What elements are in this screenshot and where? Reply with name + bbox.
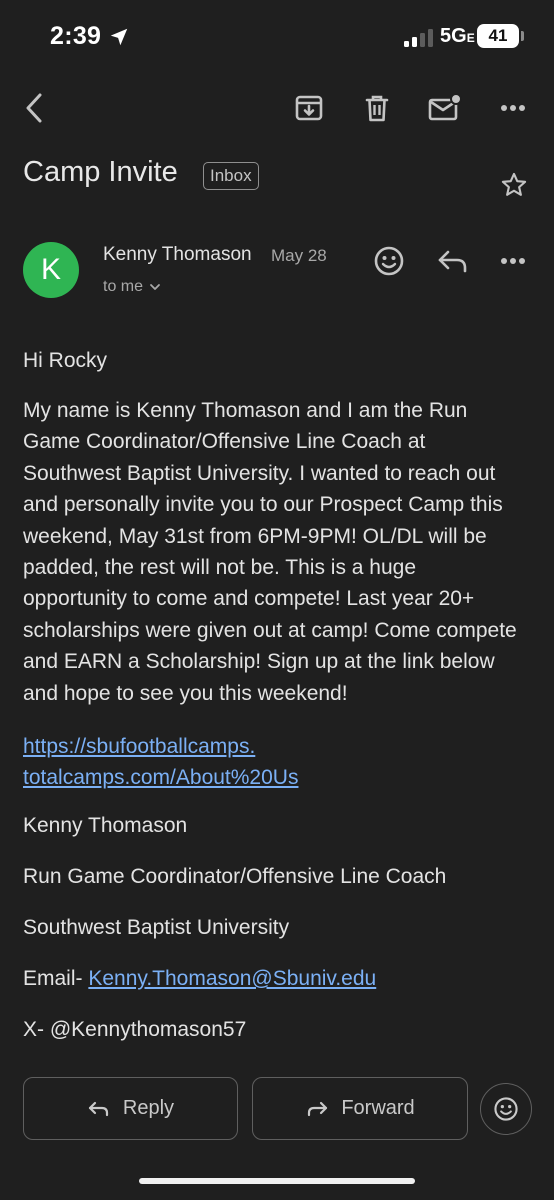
archive-button[interactable] — [288, 88, 330, 128]
reply-icon — [438, 250, 467, 273]
camp-registration-link[interactable]: https://sbufootballcamps. totalcamps.com… — [23, 731, 298, 794]
back-arrow-icon — [26, 93, 42, 123]
signature-email-label: Email- — [23, 967, 89, 990]
more-horiz-icon — [501, 105, 525, 111]
label-badge[interactable]: Inbox — [203, 162, 259, 190]
reply-button[interactable]: Reply — [23, 1077, 238, 1140]
network-label: 5G — [440, 25, 467, 47]
quick-reply-button[interactable] — [432, 240, 474, 282]
delete-button[interactable] — [356, 88, 398, 128]
signature-social: X- @Kennythomason57 — [23, 1018, 247, 1041]
sender-avatar[interactable]: K — [23, 242, 79, 298]
emoji-icon — [494, 1097, 518, 1121]
status-time: 2:39 — [50, 22, 102, 50]
mark-unread-button[interactable] — [424, 88, 466, 128]
signature-email-line: Email- Kenny.Thomason@Sbuniv.edu — [23, 967, 376, 991]
signature-name: Kenny Thomason — [23, 814, 188, 837]
forward-button[interactable]: Forward — [252, 1077, 468, 1140]
recipient-details-toggle[interactable]: to me — [103, 278, 161, 296]
email-date: May 28 — [271, 246, 327, 265]
back-button[interactable] — [14, 88, 54, 128]
more-options-button[interactable] — [492, 88, 534, 128]
emoji-icon — [374, 246, 404, 276]
home-indicator[interactable] — [139, 1178, 415, 1184]
network-sub-label: E — [466, 31, 475, 45]
react-emoji-button[interactable] — [480, 1083, 532, 1135]
add-reaction-button[interactable] — [368, 240, 410, 282]
status-bar: 2:39 5GE 41 — [0, 0, 554, 76]
archive-icon — [295, 95, 323, 121]
location-arrow-icon — [110, 28, 128, 46]
mark-unread-icon — [428, 93, 462, 121]
link-line-1[interactable]: https://sbufootballcamps. — [23, 731, 298, 762]
star-icon — [501, 172, 527, 196]
more-horiz-icon — [501, 258, 525, 264]
link-line-2[interactable]: totalcamps.com/About%20Us — [23, 762, 298, 793]
reply-label: Reply — [122, 1097, 175, 1119]
recipient-label: to me — [103, 278, 144, 295]
reply-icon — [88, 1101, 109, 1116]
forward-label: Forward — [341, 1097, 415, 1119]
signature-organization: Southwest Baptist University — [23, 916, 290, 939]
battery-indicator: 41 — [477, 24, 519, 48]
email-subject: Camp Invite — [23, 156, 178, 188]
signature-email-link[interactable]: Kenny.Thomason@Sbuniv.edu — [88, 967, 376, 990]
cellular-signal-icon — [404, 29, 433, 47]
trash-icon — [365, 95, 389, 122]
message-more-button[interactable] — [492, 240, 534, 282]
signature-title: Run Game Coordinator/Offensive Line Coac… — [23, 865, 447, 888]
email-greeting: Hi Rocky — [23, 349, 108, 372]
battery-nub — [521, 31, 524, 41]
email-body: My name is Kenny Thomason and I am the R… — [23, 399, 517, 705]
network-type: 5GE — [440, 25, 475, 48]
forward-icon — [308, 1101, 328, 1116]
chevron-down-icon — [150, 284, 160, 290]
sender-name[interactable]: Kenny Thomason — [103, 244, 252, 266]
email-view: 2:39 5GE 41 Camp Invite Inbox K Kenny Th… — [0, 0, 554, 1200]
star-button[interactable] — [494, 165, 534, 205]
